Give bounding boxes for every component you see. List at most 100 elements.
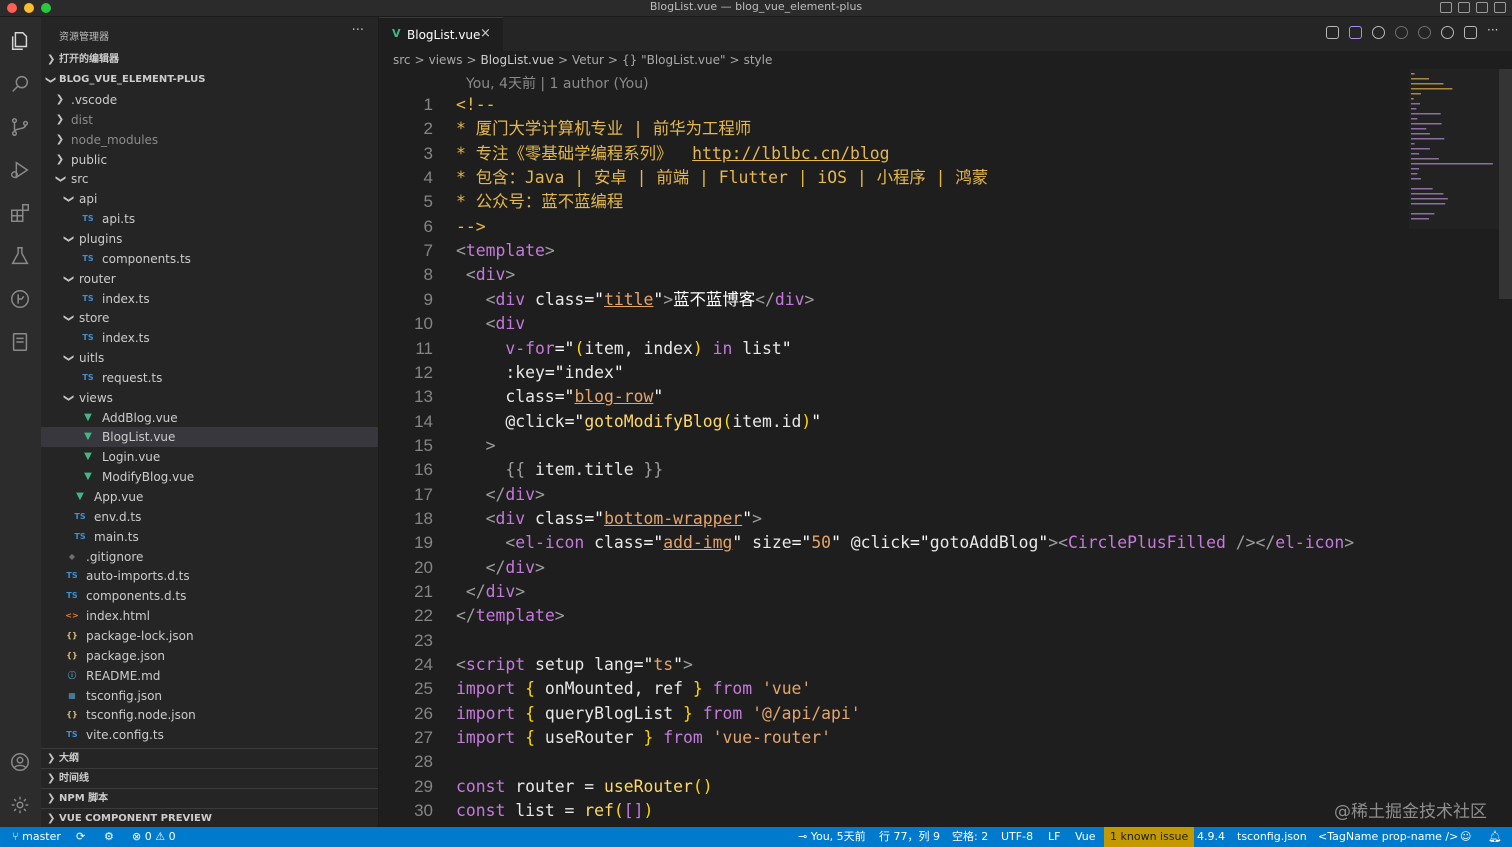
open-preview-icon[interactable] — [1326, 26, 1339, 39]
tree-folder[interactable]: ❯ node_modules — [41, 130, 378, 150]
tree-folder[interactable]: ❯ src — [41, 169, 378, 189]
code-line[interactable]: 18 <div class="bottom-wrapper"> — [379, 507, 1407, 531]
code-line[interactable]: 26 import { queryBlogList } from '@/api/a… — [379, 702, 1407, 726]
tree-file[interactable]: TS auto-imports.d.ts — [41, 566, 378, 586]
tree-file[interactable]: {} package-lock.json — [41, 626, 378, 646]
tree-file[interactable]: ▼ App.vue — [41, 487, 378, 507]
sync-icon[interactable]: ⟳ — [76, 827, 85, 847]
code-line[interactable]: 4 * 包含：Java | 安卓 | 前端 | Flutter | iOS | 小… — [379, 166, 1407, 190]
known-issue-badge[interactable]: 1 known issue — [1104, 827, 1195, 847]
language-mode[interactable]: Vue — [1075, 827, 1096, 847]
live-share-icon[interactable]: ⚙ — [104, 827, 114, 847]
code-line[interactable]: 6 --> — [379, 215, 1407, 239]
tree-file[interactable]: TS components.d.ts — [41, 586, 378, 606]
blame-status[interactable]: ⊸ You, 5天前 — [798, 827, 866, 847]
code-line[interactable]: 13 class="blog-row" — [379, 385, 1407, 409]
code-line[interactable]: 9 <div class="title">蓝不蓝博客</div> — [379, 288, 1407, 312]
tree-file[interactable]: <> index.html — [41, 606, 378, 626]
code-line[interactable]: 8 <div> — [379, 263, 1407, 287]
git-graph-icon[interactable] — [8, 287, 32, 311]
tree-file[interactable]: TS index.ts — [41, 328, 378, 348]
go-forward-icon[interactable] — [1418, 26, 1431, 39]
tab-bloglist-vue[interactable]: V BlogList.vue × — [379, 17, 503, 51]
tree-folder[interactable]: ❯ plugins — [41, 229, 378, 249]
tree-file[interactable]: TS env.d.ts — [41, 507, 378, 527]
codelens-blame[interactable]: You, 4天前 | 1 author (You) — [466, 73, 649, 93]
section-vue-component-preview[interactable]: ❯ VUE COMPONENT PREVIEW — [41, 808, 378, 828]
extensions-icon[interactable] — [8, 201, 32, 225]
notifications-bell-icon[interactable]: 🔔︎ — [1488, 827, 1502, 847]
toggle-secondary-sidebar-icon[interactable] — [1476, 2, 1488, 13]
code-line[interactable]: 10 <div — [379, 312, 1407, 336]
code-line[interactable]: 12 :key="index" — [379, 361, 1407, 385]
code-line[interactable]: 30 const list = ref([]) — [379, 799, 1407, 823]
tree-file[interactable]: TS index.ts — [41, 289, 378, 309]
tree-folder[interactable]: ❯ .vscode — [41, 90, 378, 110]
files-icon[interactable] — [8, 29, 32, 53]
tree-folder[interactable]: ❯ store — [41, 308, 378, 328]
breadcrumb-item[interactable]: src — [393, 53, 411, 67]
close-tab-icon[interactable]: × — [480, 26, 491, 41]
tree-file[interactable]: ▼ ModifyBlog.vue — [41, 467, 378, 487]
code-line[interactable]: 20 </div> — [379, 556, 1407, 580]
code-line[interactable]: 17 </div> — [379, 483, 1407, 507]
more-actions-icon[interactable]: ··· — [1487, 24, 1500, 39]
tree-file[interactable]: ◆ .gitignore — [41, 547, 378, 567]
notebook-icon[interactable] — [8, 330, 32, 354]
feedback-icon[interactable]: ☺ — [1460, 827, 1471, 847]
tree-folder[interactable]: ❯ uitls — [41, 348, 378, 368]
tree-folder[interactable]: ❯ dist — [41, 110, 378, 130]
section-open-editors[interactable]: ❯ 打开的编辑器 — [41, 50, 378, 70]
minimap[interactable] — [1409, 69, 1503, 229]
source-control-icon[interactable] — [8, 115, 32, 139]
tree-file[interactable]: {} tsconfig.node.json — [41, 705, 378, 725]
tree-file[interactable]: ▼ AddBlog.vue — [41, 408, 378, 428]
code-line[interactable]: 15 > — [379, 434, 1407, 458]
section-project[interactable]: ❯ BLOG_VUE_ELEMENT-PLUS — [41, 70, 378, 90]
tsconfig-status[interactable]: tsconfig.json — [1237, 827, 1307, 847]
tree-file[interactable]: {} package.json — [41, 646, 378, 666]
code-line[interactable]: 29 const router = useRouter() — [379, 775, 1407, 799]
branch-status[interactable]: ⑂ master — [12, 827, 61, 847]
go-back-icon[interactable] — [1372, 26, 1385, 39]
tree-file[interactable]: TS main.ts — [41, 527, 378, 547]
code-line[interactable]: 25 import { onMounted, ref } from 'vue' — [379, 677, 1407, 701]
breadcrumb-item[interactable]: views — [429, 53, 463, 67]
vertical-scrollbar[interactable] — [1499, 69, 1512, 299]
account-icon[interactable] — [8, 750, 32, 774]
code-line[interactable]: 11 v-for="(item, index) in list" — [379, 337, 1407, 361]
code-line[interactable]: 19 <el-icon class="add-img" size="50" @c… — [379, 531, 1407, 555]
tree-folder[interactable]: ❯ api — [41, 189, 378, 209]
code-line[interactable]: 7 <template> — [379, 239, 1407, 263]
tree-file[interactable]: ▦ tsconfig.json — [41, 686, 378, 706]
code-line[interactable]: 5 * 公众号：蓝不蓝编程 — [379, 190, 1407, 214]
ts-version[interactable]: 4.9.4 — [1197, 827, 1225, 847]
section-outline[interactable]: ❯ 大纲 — [41, 748, 378, 768]
run-debug-icon[interactable] — [8, 158, 32, 182]
toggle-panel-icon[interactable] — [1458, 2, 1470, 13]
breadcrumb-item[interactable]: Vetur — [572, 53, 604, 67]
code-editor[interactable]: 1 <!-- 2 * 厦门大学计算机专业 | 前华为工程师 3 * 专注《零基础学编程系列… — [379, 93, 1407, 827]
tree-file[interactable]: ▼ BlogList.vue — [41, 427, 378, 448]
tree-file[interactable]: ⓘ README.md — [41, 666, 378, 686]
explorer-more-actions[interactable]: ··· — [352, 23, 364, 38]
code-line[interactable]: 23 — [379, 629, 1407, 653]
tree-file[interactable]: ▼ Login.vue — [41, 447, 378, 467]
timeline-icon[interactable] — [1441, 26, 1454, 39]
vite-icon[interactable] — [1349, 26, 1362, 39]
code-line[interactable]: 16 {{ item.title }} — [379, 458, 1407, 482]
code-line[interactable]: 1 <!-- — [379, 93, 1407, 117]
section-npm-scripts[interactable]: ❯ NPM 脚本 — [41, 788, 378, 808]
code-line[interactable]: 27 import { useRouter } from 'vue-router' — [379, 726, 1407, 750]
code-line[interactable]: 14 @click="gotoModifyBlog(item.id)" — [379, 410, 1407, 434]
breadcrumb-item[interactable]: BlogList.vue — [481, 53, 554, 67]
code-line[interactable]: 3 * 专注《零基础学编程系列》 http://lblbc.cn/blog — [379, 142, 1407, 166]
settings-gear-icon[interactable] — [8, 793, 32, 817]
encoding-status[interactable]: UTF-8 — [1001, 827, 1033, 847]
code-line[interactable]: 28 — [379, 750, 1407, 774]
code-line[interactable]: 21 </div> — [379, 580, 1407, 604]
code-line[interactable]: 24 <script setup lang="ts"> — [379, 653, 1407, 677]
tree-file[interactable]: TS api.ts — [41, 209, 378, 229]
customize-layout-icon[interactable] — [1494, 2, 1506, 13]
cursor-position[interactable]: 行 77，列 9 — [879, 827, 940, 847]
